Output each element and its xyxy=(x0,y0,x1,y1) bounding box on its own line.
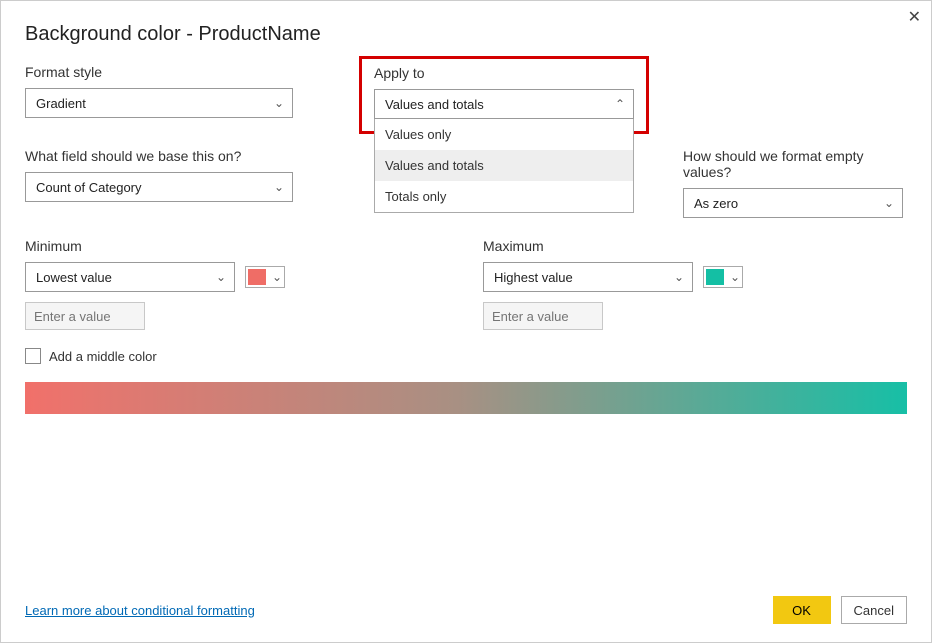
chevron-down-icon: ⌄ xyxy=(274,180,284,194)
maximum-color-swatch[interactable]: ⌄ xyxy=(703,266,743,288)
minimum-select[interactable]: Lowest value ⌄ xyxy=(25,262,235,292)
minimum-value-input[interactable] xyxy=(25,302,145,330)
chevron-up-icon: ⌃ xyxy=(615,97,625,111)
format-style-select[interactable]: Gradient ⌄ xyxy=(25,88,293,118)
apply-to-option-values-and-totals[interactable]: Values and totals xyxy=(375,150,633,181)
middle-color-row: Add a middle color xyxy=(25,348,907,364)
apply-to-highlight: Apply to Values and totals ⌃ Values only… xyxy=(359,56,649,134)
close-icon[interactable]: ✕ xyxy=(908,7,921,27)
minimum-color-swatch[interactable]: ⌄ xyxy=(245,266,285,288)
maximum-label: Maximum xyxy=(483,238,907,254)
empty-values-select[interactable]: As zero ⌄ xyxy=(683,188,903,218)
maximum-color xyxy=(706,269,724,285)
ok-button[interactable]: OK xyxy=(773,596,831,624)
empty-values-value: As zero xyxy=(694,196,738,211)
chevron-down-icon: ⌄ xyxy=(274,96,284,110)
maximum-value: Highest value xyxy=(494,270,573,285)
maximum-select[interactable]: Highest value ⌄ xyxy=(483,262,693,292)
basis-field-select[interactable]: Count of Category ⌄ xyxy=(25,172,293,202)
minimum-color xyxy=(248,269,266,285)
minimum-label: Minimum xyxy=(25,238,449,254)
learn-more-link[interactable]: Learn more about conditional formatting xyxy=(25,603,255,618)
row-min-max: Minimum Lowest value ⌄ ⌄ Maximum Highest… xyxy=(25,238,907,330)
apply-to-select[interactable]: Values and totals ⌃ xyxy=(374,89,634,119)
apply-to-value: Values and totals xyxy=(385,97,484,112)
minimum-value: Lowest value xyxy=(36,270,112,285)
apply-to-option-totals-only[interactable]: Totals only xyxy=(375,181,633,212)
row-format-apply: Format style Gradient ⌄ Apply to Values … xyxy=(25,64,907,134)
dialog-title: Background color - ProductName xyxy=(25,23,907,46)
maximum-value-input[interactable] xyxy=(483,302,603,330)
format-style-value: Gradient xyxy=(36,96,86,111)
chevron-down-icon: ⌄ xyxy=(730,270,740,284)
chevron-down-icon: ⌄ xyxy=(216,270,226,284)
basis-field-label: What field should we base this on? xyxy=(25,148,325,164)
dialog-footer: Learn more about conditional formatting … xyxy=(25,596,907,624)
middle-color-checkbox[interactable] xyxy=(25,348,41,364)
gradient-preview-bar xyxy=(25,382,907,414)
apply-to-option-values-only[interactable]: Values only xyxy=(375,119,633,150)
chevron-down-icon: ⌄ xyxy=(884,196,894,210)
cancel-button[interactable]: Cancel xyxy=(841,596,907,624)
basis-field-value: Count of Category xyxy=(36,180,142,195)
apply-to-label: Apply to xyxy=(374,65,634,81)
format-style-label: Format style xyxy=(25,64,325,80)
conditional-formatting-dialog: ✕ Background color - ProductName Format … xyxy=(0,0,932,643)
chevron-down-icon: ⌄ xyxy=(272,270,282,284)
chevron-down-icon: ⌄ xyxy=(674,270,684,284)
empty-values-label: How should we format empty values? xyxy=(683,148,907,180)
middle-color-label: Add a middle color xyxy=(49,349,157,364)
apply-to-dropdown: Values only Values and totals Totals onl… xyxy=(374,119,634,213)
